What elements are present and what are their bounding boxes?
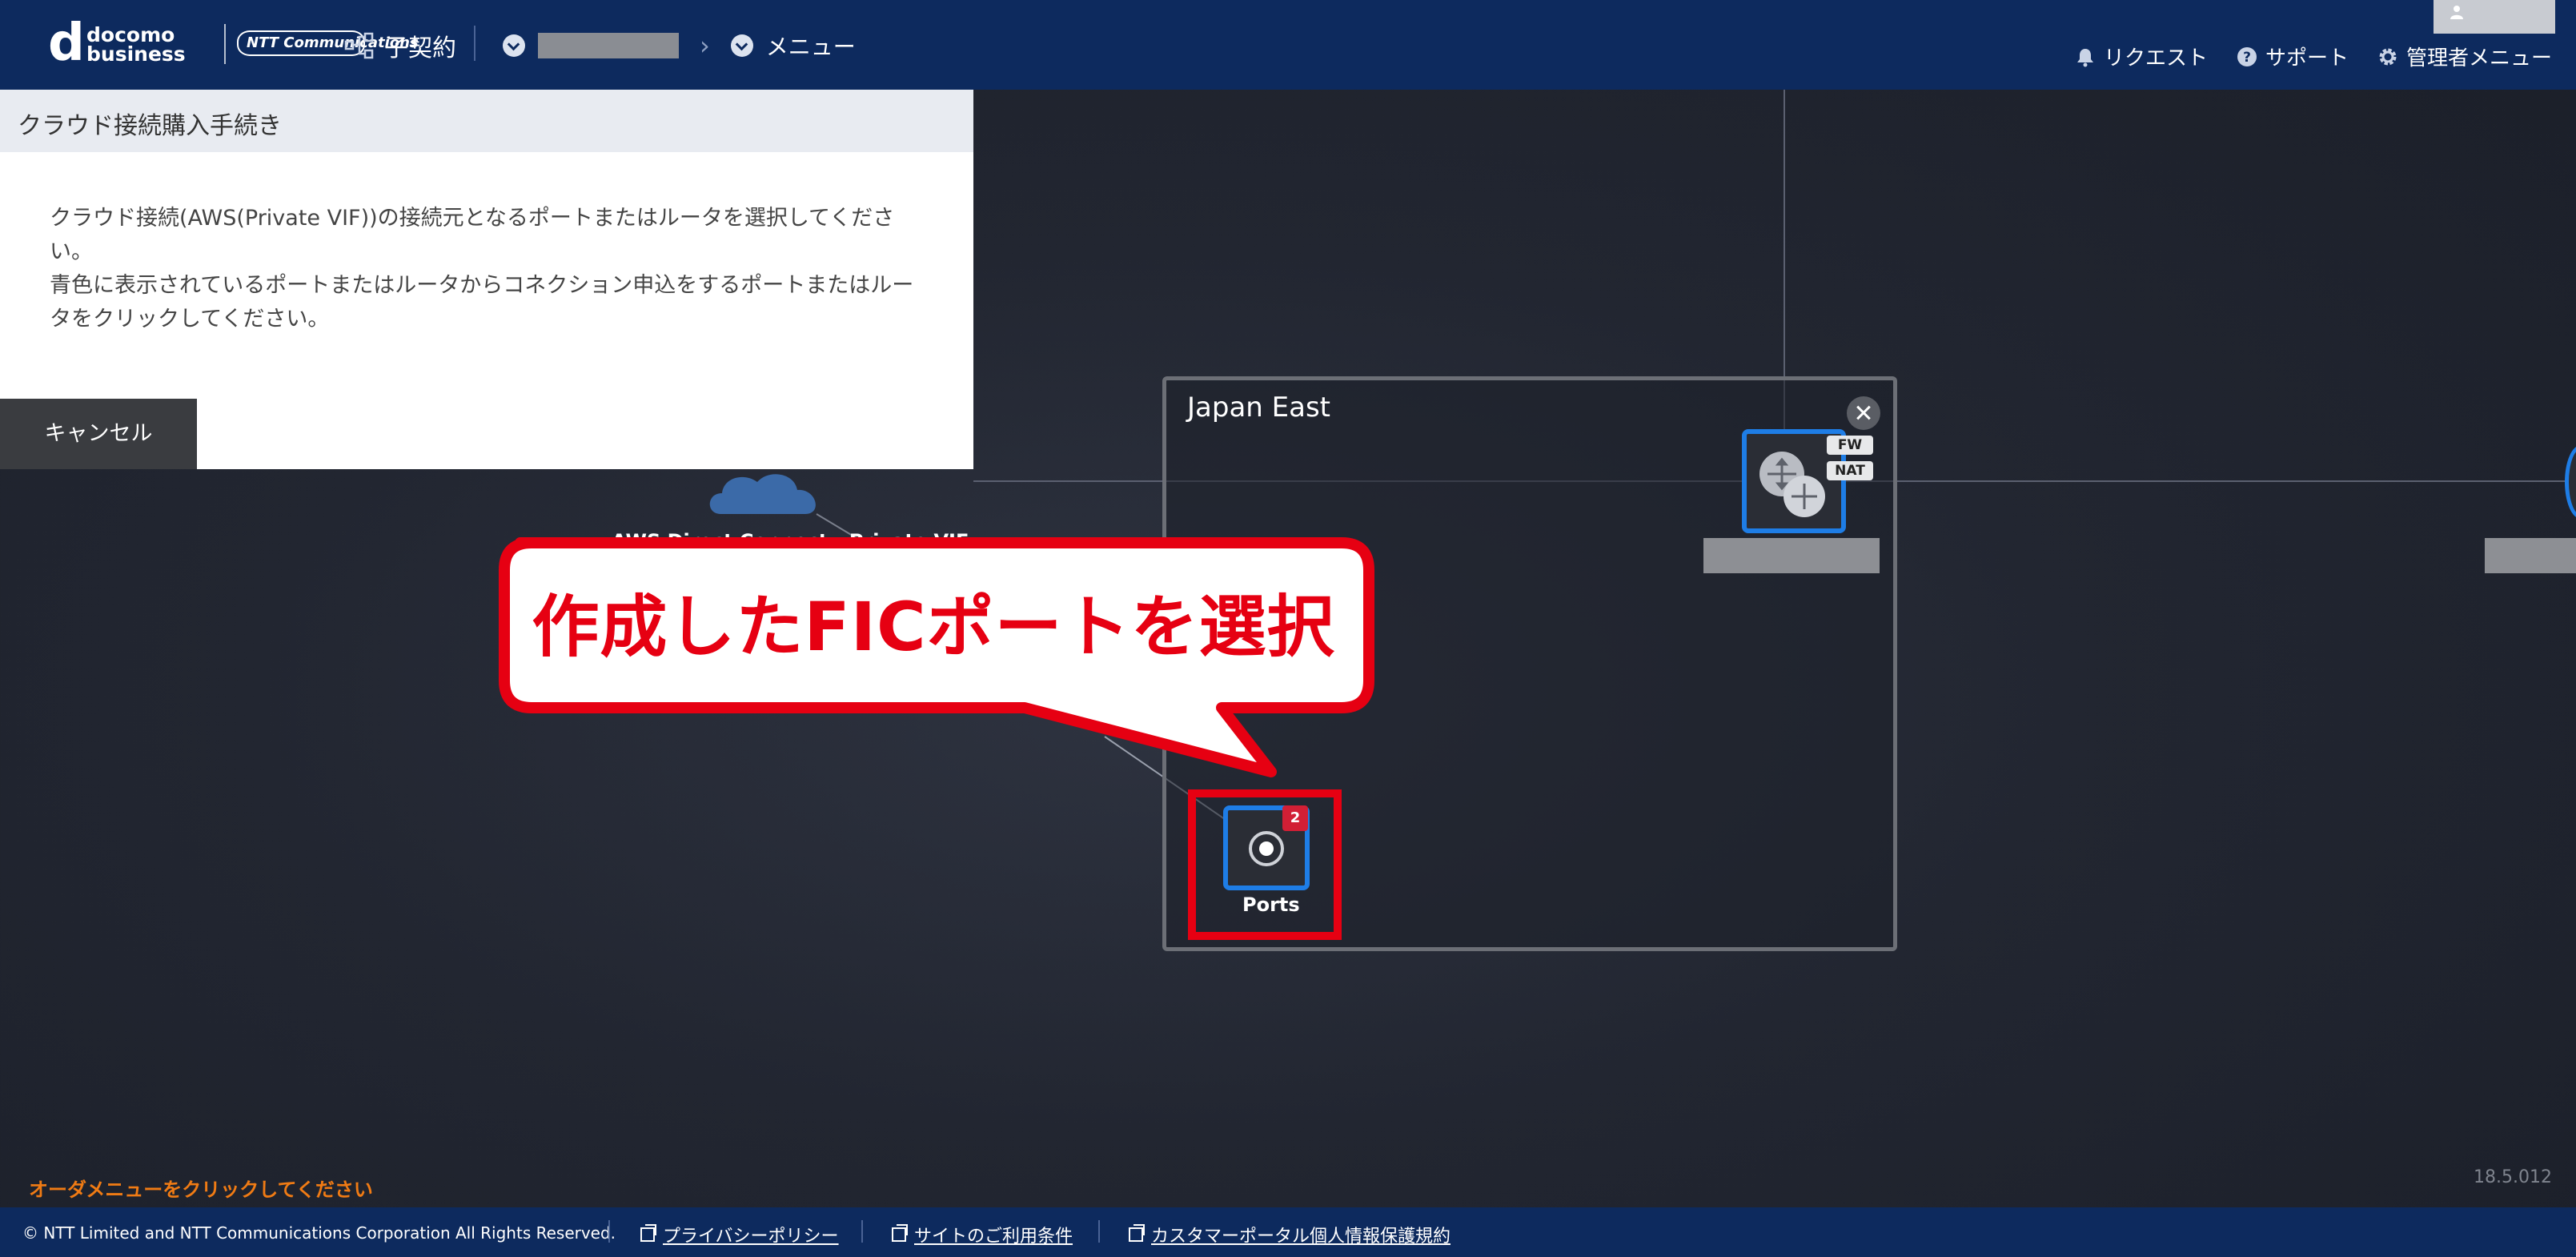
panel-title: クラウド接続購入手続き — [18, 112, 282, 140]
svg-text:?: ? — [2243, 50, 2251, 66]
breadcrumb-menu[interactable]: メニュー — [766, 30, 856, 62]
privacy-policy-link[interactable]: プライバシーポリシー — [640, 1222, 839, 1247]
panel-instructions: クラウド接続(AWS(Private VIF))の接続元となるポートまたはルータ… — [50, 202, 930, 336]
help-icon: ? — [2237, 46, 2257, 66]
chevron-down-icon[interactable] — [503, 34, 525, 57]
support-link[interactable]: ? サポート — [2237, 42, 2349, 71]
cloud-icon[interactable] — [704, 469, 825, 516]
region-title: Japan East — [1187, 392, 1330, 424]
header-links: リクエスト ? サポート 管理者メニュー — [2075, 42, 2552, 71]
masked-node-label — [2485, 538, 2576, 573]
chevron-right-icon: › — [700, 30, 710, 61]
order-hint: オーダメニューをクリックしてください — [29, 1179, 373, 1201]
external-link-icon — [1129, 1224, 1145, 1242]
sub-contract-label: 子契約 — [384, 34, 456, 62]
masked-router-label — [1703, 538, 1880, 573]
external-link-icon — [640, 1224, 656, 1242]
callout-text: 作成したFICポートを選択 — [532, 588, 1335, 666]
admin-menu-link[interactable]: 管理者メニュー — [2377, 42, 2552, 71]
nat-chip: NAT — [1827, 461, 1873, 480]
panel-title-bar: クラウド接続購入手続き — [0, 90, 973, 152]
logo-line2: business — [86, 42, 186, 66]
masked-contract-name[interactable] — [538, 33, 679, 58]
chevron-down-icon[interactable] — [730, 34, 753, 57]
external-link-icon — [892, 1224, 908, 1242]
hierarchy-icon — [344, 32, 374, 59]
user-icon — [2450, 6, 2463, 19]
customer-portal-privacy-link[interactable]: カスタマーポータル個人情報保護規約 — [1129, 1222, 1451, 1247]
instruction-line-1: クラウド接続(AWS(Private VIF))の接続元となるポートまたはルータ… — [50, 206, 895, 264]
terms-of-use-link[interactable]: サイトのご利用条件 — [892, 1222, 1073, 1247]
fw-chip: FW — [1827, 436, 1873, 455]
highlight-box — [1188, 789, 1342, 940]
cancel-button[interactable]: キャンセル — [0, 399, 197, 469]
bell-icon — [2076, 48, 2093, 66]
close-icon[interactable] — [1847, 396, 1880, 430]
breadcrumb: › メニュー — [503, 27, 856, 64]
footer: © NTT Limited and NTT Communications Cor… — [0, 1207, 2576, 1257]
request-link[interactable]: リクエスト — [2075, 42, 2208, 71]
purchase-panel: クラウド接続購入手続き クラウド接続(AWS(Private VIF))の接続元… — [0, 90, 973, 469]
user-account-button[interactable] — [2434, 0, 2555, 34]
copyright: © NTT Limited and NTT Communications Cor… — [22, 1223, 616, 1243]
router-icon — [1759, 452, 1825, 517]
sub-contract-link[interactable]: 子契約 — [344, 27, 456, 64]
partial-node[interactable] — [2565, 445, 2576, 519]
version-label: 18.5.012 — [2474, 1167, 2552, 1187]
gear-icon — [2379, 48, 2397, 65]
top-header: d docomo business NTT Communications 子契約… — [0, 0, 2576, 90]
instruction-line-2: 青色に表示されているポートまたはルータからコネクション申込をするポートまたはルー… — [50, 273, 914, 331]
